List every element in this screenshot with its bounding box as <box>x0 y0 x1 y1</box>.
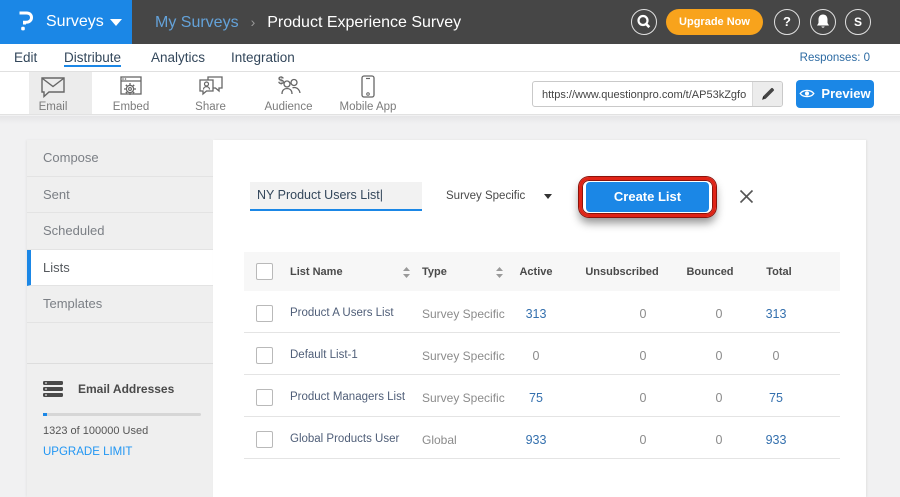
svg-text:$: $ <box>278 75 284 87</box>
